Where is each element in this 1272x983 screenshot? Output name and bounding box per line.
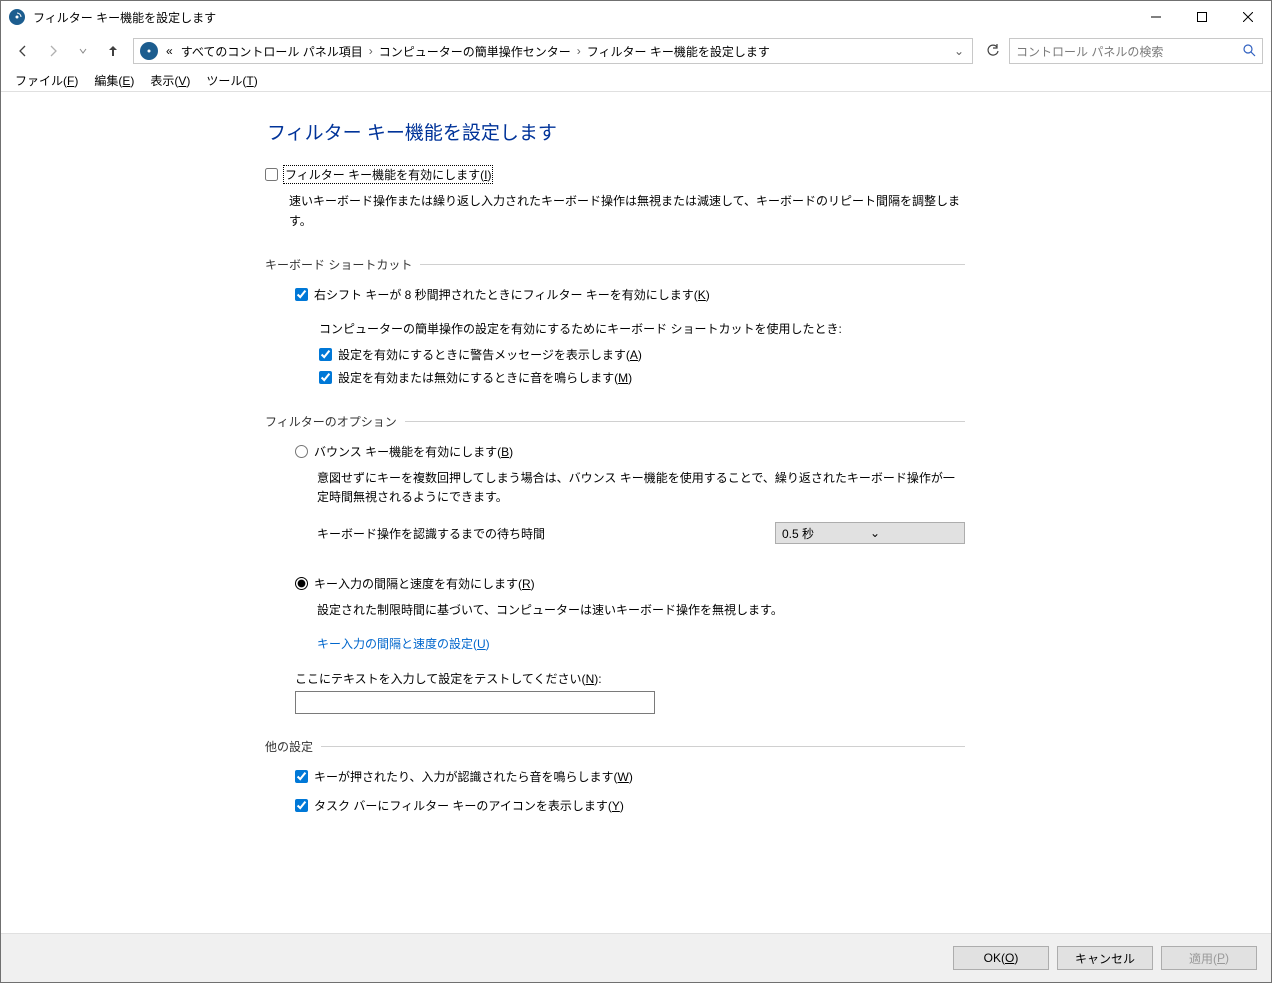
show-warning-label: 設定を有効にするときに警告メッセージを表示します(A): [338, 346, 642, 363]
titlebar: フィルター キー機能を設定します: [1, 1, 1271, 33]
menu-bar: ファイル(F) 編集(E) 表示(V) ツール(T): [1, 69, 1271, 92]
cancel-button[interactable]: キャンセル: [1057, 946, 1153, 970]
play-sound-checkbox[interactable]: [319, 371, 332, 384]
wait-time-value: 0.5 秒: [782, 525, 870, 542]
menu-tool[interactable]: ツール(T): [198, 70, 265, 91]
up-button[interactable]: [99, 37, 127, 65]
search-placeholder: コントロール パネルの検索: [1016, 43, 1242, 60]
play-sound-label: 設定を有効または無効にするときに音を鳴らします(M): [338, 369, 632, 386]
hold-shift-checkbox[interactable]: [295, 288, 308, 301]
bounce-keys-radio[interactable]: [295, 445, 308, 458]
back-button[interactable]: [9, 37, 37, 65]
page-title: フィルター キー機能を設定します: [265, 118, 965, 163]
minimize-button[interactable]: [1133, 1, 1179, 33]
forward-button[interactable]: [39, 37, 67, 65]
show-warning-checkbox[interactable]: [319, 348, 332, 361]
repeat-keys-radio[interactable]: [295, 577, 308, 590]
chevron-right-icon[interactable]: ›: [367, 44, 375, 58]
chevron-down-icon: ⌄: [870, 526, 958, 540]
refresh-button[interactable]: [979, 39, 1007, 63]
when-using-shortcut-label: コンピューターの簡単操作の設定を有効にするためにキーボード ショートカットを使用…: [319, 320, 965, 337]
test-input[interactable]: [295, 691, 655, 714]
enable-filterkeys-checkbox[interactable]: [265, 168, 278, 181]
repeat-keys-desc: 設定された制限時間に基づいて、コンピューターは速いキーボード操作を無視します。: [295, 595, 965, 621]
menu-edit[interactable]: 編集(E): [86, 70, 142, 91]
window-title: フィルター キー機能を設定します: [33, 9, 1133, 26]
footer-buttons: OK(O) キャンセル 適用(P): [1, 933, 1271, 982]
hold-shift-label: 右シフト キーが 8 秒間押されたときにフィルター キーを有効にします(K): [314, 286, 710, 303]
show-tray-icon-label: タスク バーにフィルター キーのアイコンを表示します(Y): [314, 797, 624, 814]
window-frame: フィルター キー機能を設定します « すべてのコントロール パネル項目 › コン…: [0, 0, 1272, 983]
menu-file[interactable]: ファイル(F): [7, 70, 86, 91]
apply-button[interactable]: 適用(P): [1161, 946, 1257, 970]
app-icon: [9, 9, 25, 25]
enable-filterkeys-row: フィルター キー機能を有効にします(I): [265, 163, 965, 186]
section-shortcut-heading: キーボード ショートカット: [265, 256, 965, 273]
section-other-heading: 他の設定: [265, 738, 965, 755]
search-box[interactable]: コントロール パネルの検索: [1009, 38, 1263, 64]
ok-button[interactable]: OK(O): [953, 946, 1049, 970]
maximize-button[interactable]: [1179, 1, 1225, 33]
wait-time-select[interactable]: 0.5 秒 ⌄: [775, 522, 965, 544]
recent-dropdown[interactable]: [69, 37, 97, 65]
enable-filterkeys-label: フィルター キー機能を有効にします(I): [284, 166, 492, 183]
menu-view[interactable]: 表示(V): [142, 70, 198, 91]
enable-filterkeys-desc: 速いキーボード操作または繰り返し入力されたキーボード操作は無視または減速して、キ…: [265, 186, 965, 232]
bounce-keys-desc: 意図せずにキーを複数回押してしまう場合は、バウンス キー機能を使用することで、繰…: [295, 463, 965, 509]
beep-on-keypress-checkbox[interactable]: [295, 770, 308, 783]
location-icon: [140, 42, 158, 60]
bounce-keys-label: バウンス キー機能を有効にします(B): [314, 443, 513, 460]
close-button[interactable]: [1225, 1, 1271, 33]
section-filter-heading: フィルターのオプション: [265, 413, 965, 430]
navigation-bar: « すべてのコントロール パネル項目 › コンピューターの簡単操作センター › …: [1, 33, 1271, 69]
search-icon[interactable]: [1242, 43, 1256, 60]
test-input-label: ここにテキストを入力して設定をテストしてください(N):: [295, 670, 965, 687]
beep-on-keypress-label: キーが押されたり、入力が認識されたら音を鳴らします(W): [314, 768, 633, 785]
chevron-right-icon[interactable]: ›: [575, 44, 583, 58]
address-bar[interactable]: « すべてのコントロール パネル項目 › コンピューターの簡単操作センター › …: [133, 38, 973, 64]
breadcrumb-item[interactable]: すべてのコントロール パネル項目: [177, 43, 367, 60]
wait-time-label: キーボード操作を認識するまでの待ち時間: [317, 525, 545, 542]
address-dropdown-icon[interactable]: ⌄: [948, 44, 970, 58]
breadcrumb-item[interactable]: フィルター キー機能を設定します: [583, 43, 774, 60]
breadcrumb-item[interactable]: コンピューターの簡単操作センター: [375, 43, 575, 60]
page-body: フィルター キー機能を設定します フィルター キー機能を有効にします(I) 速い…: [1, 92, 1271, 933]
repeat-settings-link[interactable]: キー入力の間隔と速度の設定(U): [317, 637, 490, 651]
repeat-keys-label: キー入力の間隔と速度を有効にします(R): [314, 575, 535, 592]
breadcrumb-prefix: «: [162, 44, 177, 58]
show-tray-icon-checkbox[interactable]: [295, 799, 308, 812]
